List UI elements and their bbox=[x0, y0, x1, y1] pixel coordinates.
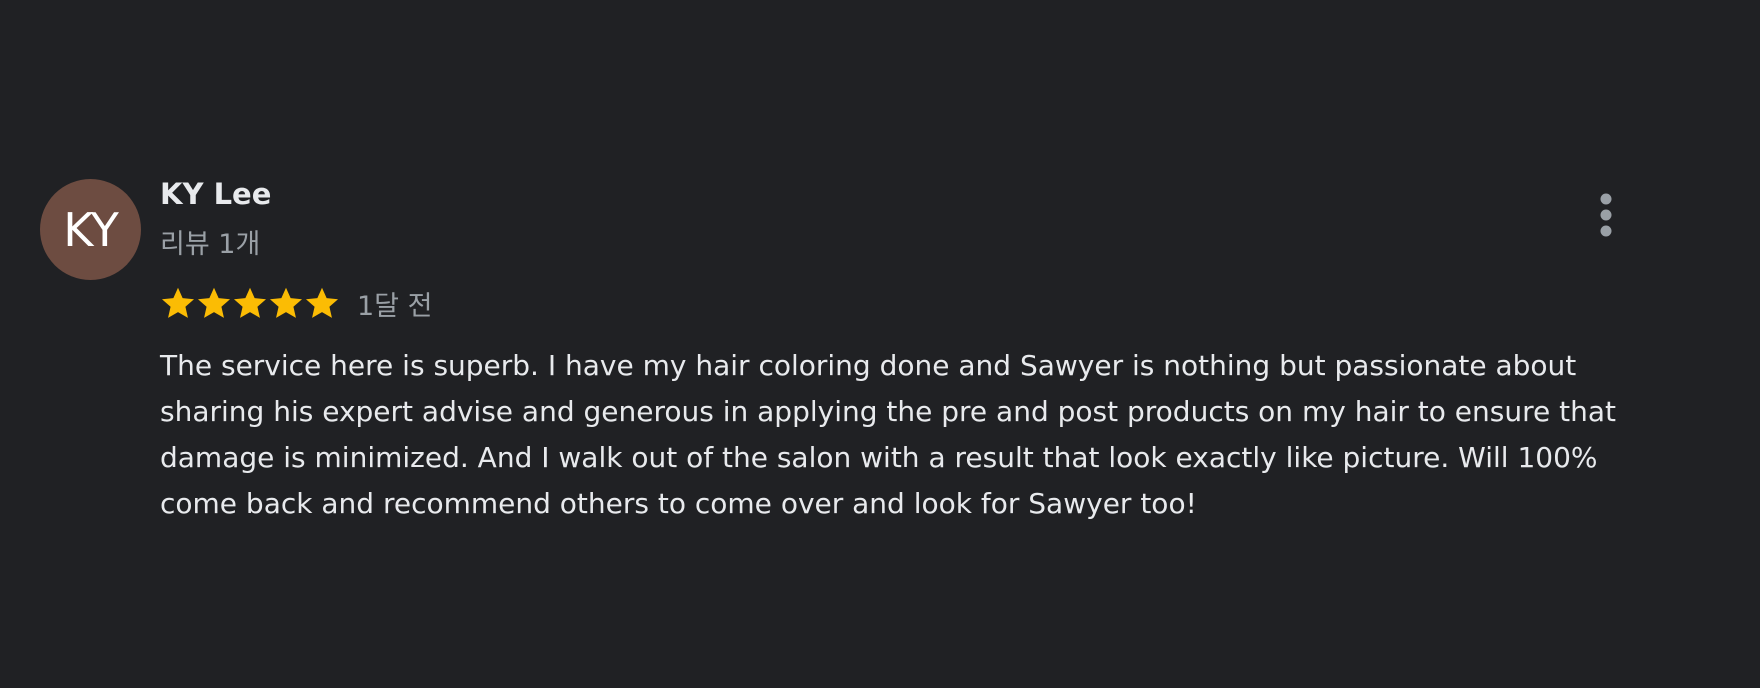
star-filled-icon bbox=[233, 287, 267, 318]
more-vert-icon bbox=[1600, 193, 1612, 237]
review-time: 1달 전 bbox=[357, 290, 433, 322]
star-filled-icon bbox=[197, 287, 231, 318]
more-options-button[interactable] bbox=[1588, 188, 1624, 242]
rating-row: 1달 전 bbox=[160, 283, 432, 323]
star-rating bbox=[160, 285, 340, 321]
avatar[interactable]: KY bbox=[40, 179, 141, 280]
review-text: The service here is superb. I have my ha… bbox=[160, 349, 1616, 520]
star-filled-icon bbox=[161, 287, 195, 318]
star-filled-icon bbox=[305, 287, 339, 318]
avatar-initials: KY bbox=[63, 202, 119, 257]
review-card: KY KY Lee 리뷰 1개 1달 전 The service here is… bbox=[0, 0, 1760, 688]
star-filled-icon bbox=[269, 287, 303, 318]
author-name[interactable]: KY Lee bbox=[160, 177, 271, 211]
author-review-count: 리뷰 1개 bbox=[160, 229, 261, 260]
